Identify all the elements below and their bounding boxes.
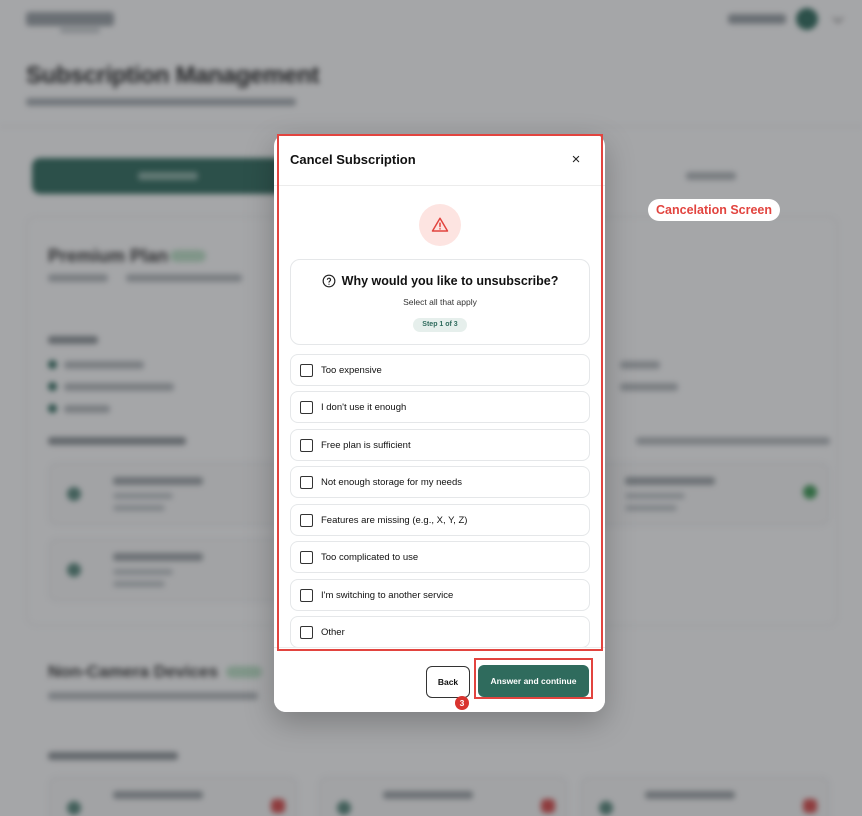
reason-option[interactable]: Not enough storage for my needs <box>290 466 590 498</box>
reason-label: I don't use it enough <box>321 402 407 413</box>
reason-option[interactable]: I don't use it enough <box>290 391 590 423</box>
checkbox[interactable] <box>300 364 313 377</box>
checkbox[interactable] <box>300 514 313 527</box>
reason-option[interactable]: Other <box>290 616 590 648</box>
annotation-label: Cancelation Screen <box>648 199 781 221</box>
reason-label: Too complicated to use <box>321 552 419 563</box>
question-card: Why would you like to unsubscribe? Selec… <box>290 259 590 345</box>
back-button[interactable]: Back <box>426 666 470 698</box>
question-text: Why would you like to unsubscribe? <box>341 274 559 288</box>
modal-header: Cancel Subscription × <box>274 134 605 186</box>
answer-and-continue-button[interactable]: Answer and continue <box>478 665 589 697</box>
reason-label: Free plan is sufficient <box>321 440 411 451</box>
checkbox[interactable] <box>300 551 313 564</box>
question-subtitle: Select all that apply <box>403 297 477 307</box>
checkbox[interactable] <box>300 626 313 639</box>
step-badge: Step 1 of 3 <box>413 318 467 332</box>
checkbox[interactable] <box>300 476 313 489</box>
modal-footer: Back Answer and continue <box>274 647 605 712</box>
reason-label: Not enough storage for my needs <box>321 477 463 488</box>
question-row: Why would you like to unsubscribe? <box>291 274 589 288</box>
reason-label: Other <box>321 627 345 638</box>
reason-option[interactable]: Too expensive <box>290 354 590 386</box>
modal-title: Cancel Subscription <box>290 152 416 167</box>
reason-label: I'm switching to another service <box>321 590 454 601</box>
warning-icon-badge <box>419 204 461 246</box>
question-circle-icon <box>322 274 336 288</box>
reason-option[interactable]: Too complicated to use <box>290 541 590 573</box>
checkbox[interactable] <box>300 401 313 414</box>
close-icon[interactable]: × <box>566 150 586 170</box>
reason-option[interactable]: Free plan is sufficient <box>290 429 590 461</box>
cancel-subscription-modal: Cancel Subscription × Why would you like… <box>274 134 605 712</box>
checkbox[interactable] <box>300 439 313 452</box>
warning-triangle-icon <box>431 217 449 232</box>
reason-option[interactable]: I'm switching to another service <box>290 579 590 611</box>
checkbox[interactable] <box>300 589 313 602</box>
reason-option[interactable]: Features are missing (e.g., X, Y, Z) <box>290 504 590 536</box>
annotation-step-number: 3 <box>455 696 469 710</box>
reason-label: Features are missing (e.g., X, Y, Z) <box>321 515 468 526</box>
reason-label: Too expensive <box>321 365 382 376</box>
